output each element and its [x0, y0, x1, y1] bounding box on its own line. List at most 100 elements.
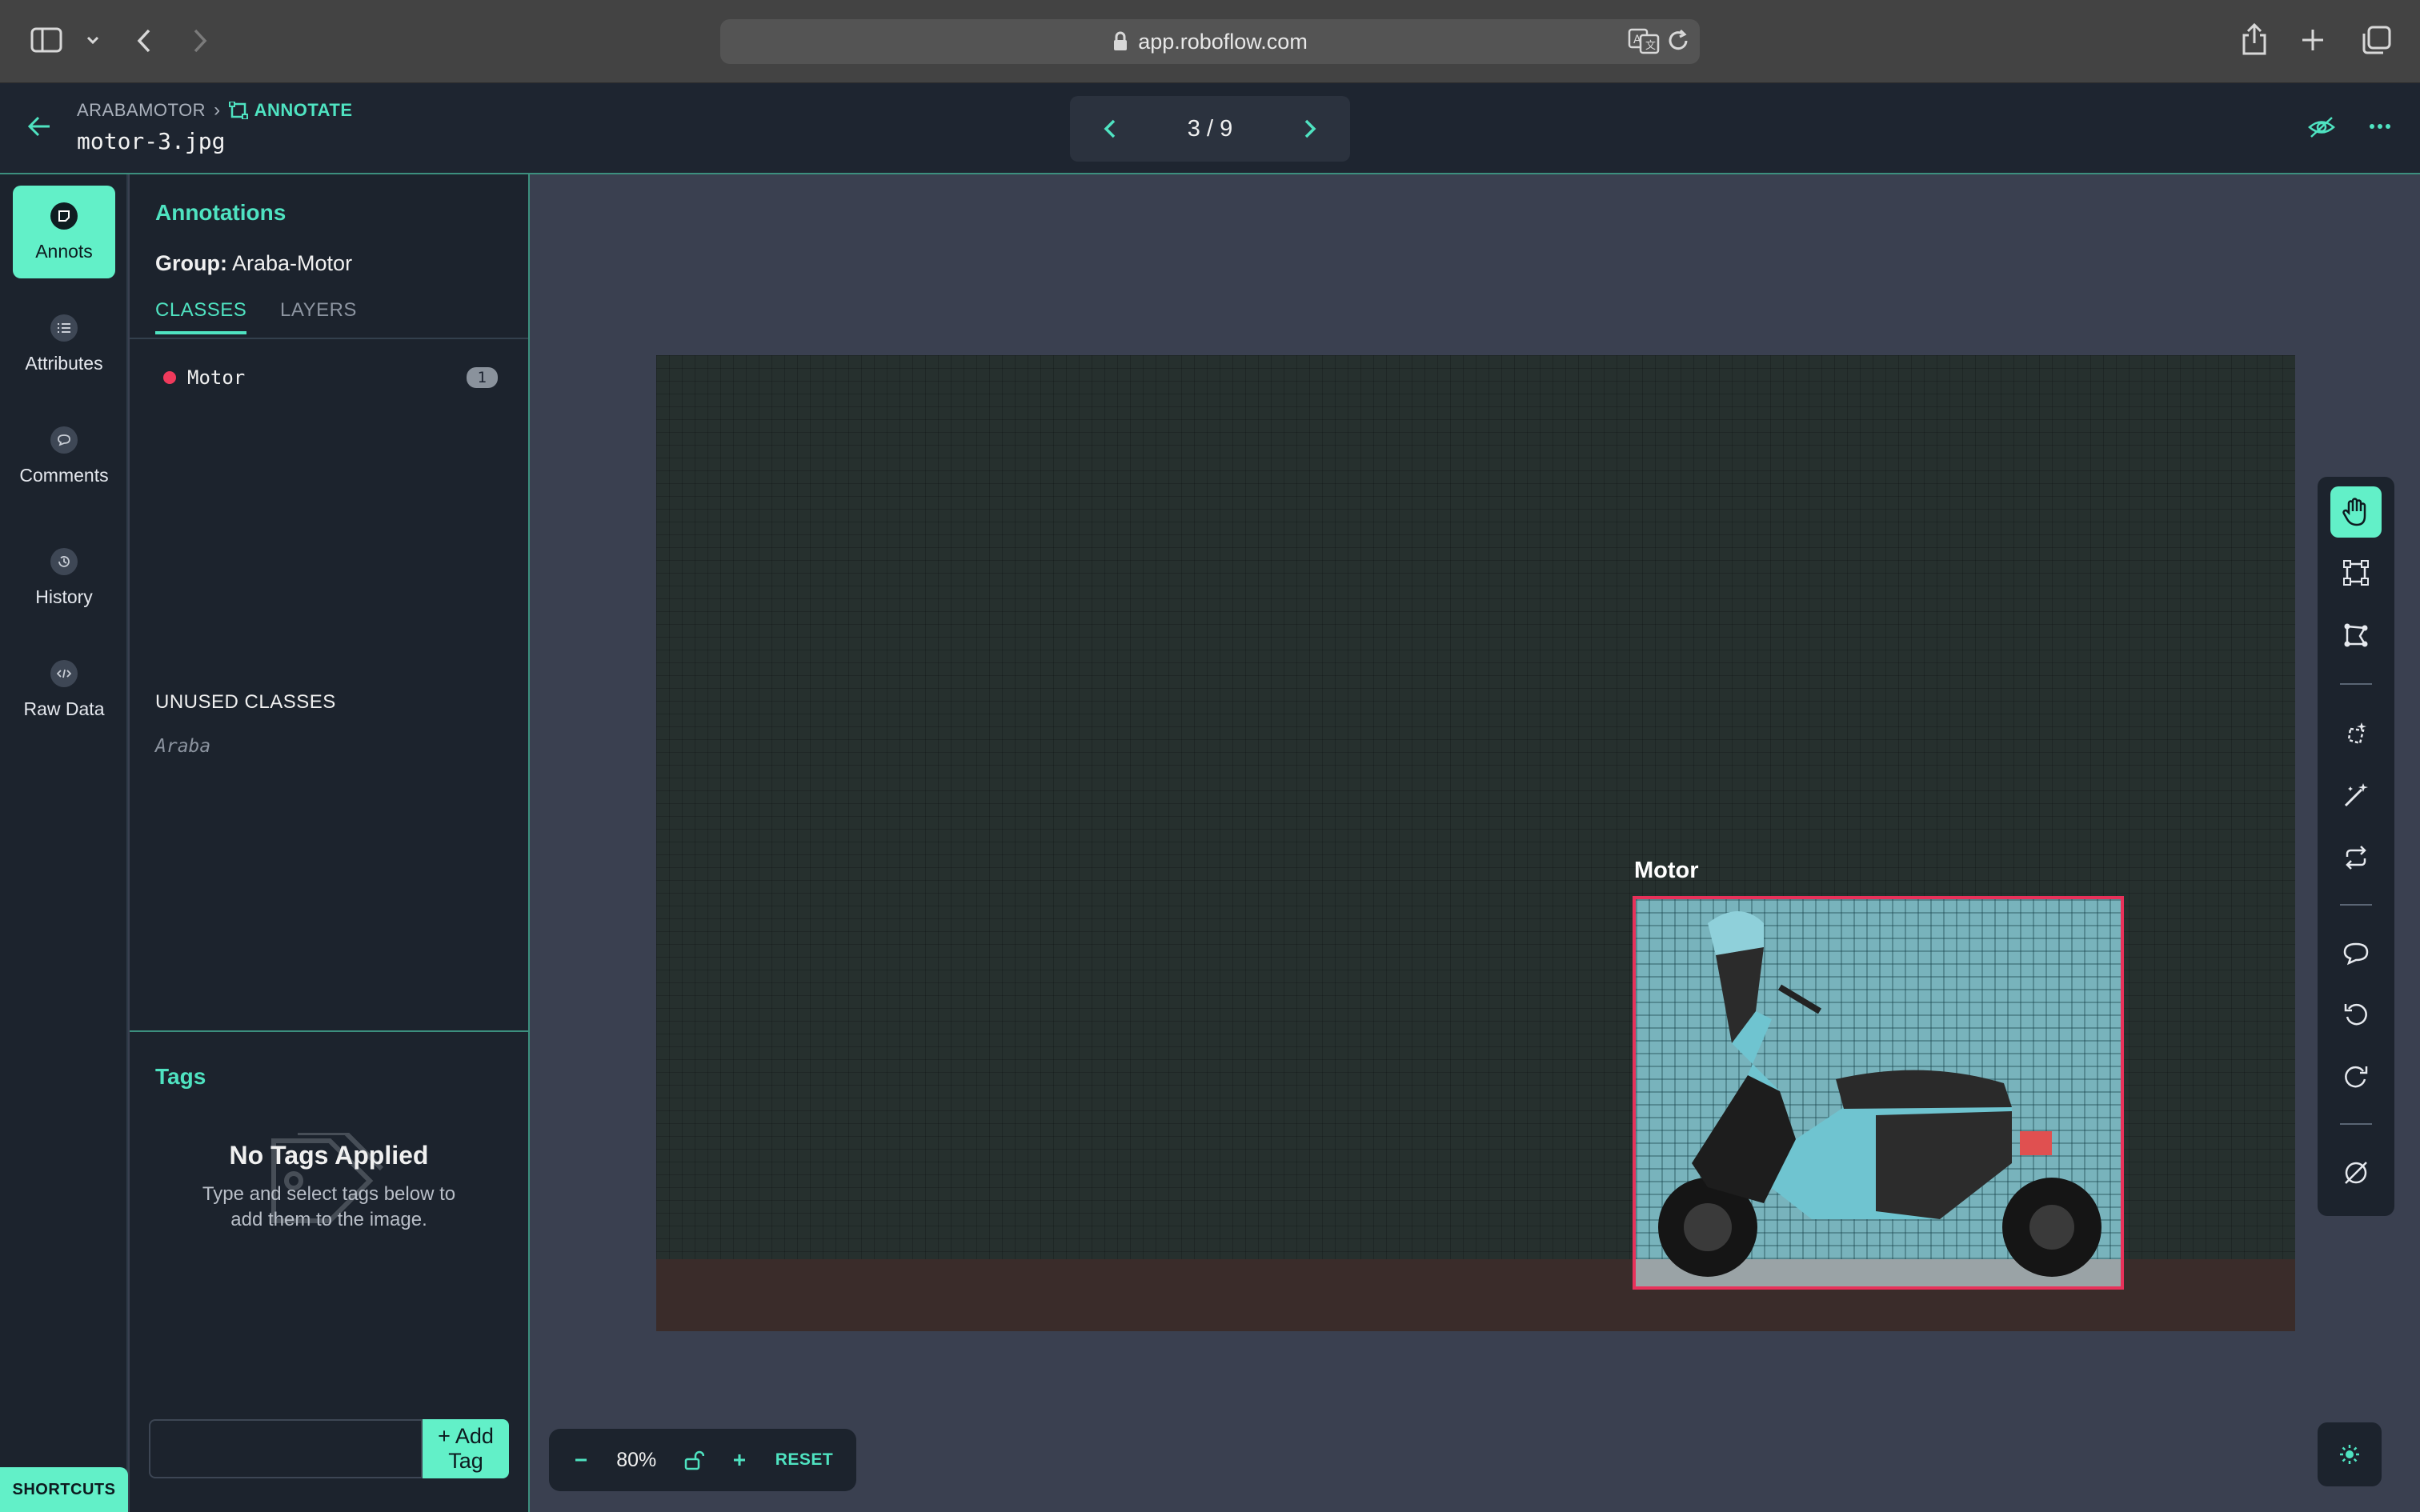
rail-item-attributes[interactable]: Attributes — [13, 298, 115, 390]
tab-classes[interactable]: CLASSES — [155, 299, 247, 334]
pager-label: 3 / 9 — [1187, 115, 1233, 142]
rail-item-history[interactable]: History — [13, 531, 115, 624]
back-arrow-icon[interactable] — [27, 115, 51, 138]
comment-icon — [2343, 942, 2369, 966]
breadcrumb-project[interactable]: ARABAMOTOR — [77, 100, 206, 121]
tool-bar — [2318, 477, 2394, 1216]
rail-item-label: History — [35, 586, 93, 607]
undo-icon — [2344, 1003, 2367, 1026]
polygon-icon — [2344, 623, 2368, 647]
code-icon — [50, 659, 78, 687]
more-options-icon[interactable] — [2369, 123, 2391, 130]
bounding-box-icon — [2343, 560, 2369, 586]
browser-toolbar: app.roboflow.com A文 — [0, 0, 2420, 83]
rail-item-annots[interactable]: Annots — [13, 186, 115, 278]
url-text: app.roboflow.com — [1138, 29, 1308, 54]
breadcrumb-mode: ANNOTATE — [228, 100, 353, 121]
forward-icon[interactable] — [190, 27, 210, 54]
prev-image-icon[interactable] — [1102, 118, 1118, 140]
zoom-level: 80% — [616, 1448, 657, 1471]
add-tag-button[interactable]: + Add Tag — [423, 1419, 509, 1478]
redo-icon — [2345, 1066, 2368, 1088]
rail-item-comments[interactable]: Comments — [13, 410, 115, 502]
magic-wand-icon — [2344, 783, 2368, 807]
settings-button[interactable] — [2318, 1422, 2382, 1486]
svg-text:A: A — [1633, 34, 1641, 46]
smart-polygon-icon — [2347, 722, 2366, 745]
shortcuts-button[interactable]: SHORTCUTS — [0, 1467, 128, 1512]
address-bar[interactable]: app.roboflow.com — [720, 19, 1700, 64]
zoom-in-icon[interactable] — [731, 1451, 748, 1469]
file-name: motor-3.jpg — [77, 128, 226, 154]
unused-class-item[interactable]: Araba — [155, 736, 210, 757]
tool-undo[interactable] — [2330, 989, 2382, 1040]
bounding-box[interactable] — [1633, 896, 2124, 1290]
unused-classes-title: UNUSED CLASSES — [155, 691, 336, 713]
hand-icon — [2342, 498, 2366, 526]
tool-redo[interactable] — [2330, 1051, 2382, 1102]
back-icon[interactable] — [134, 27, 154, 54]
null-icon — [2345, 1162, 2367, 1184]
tool-separator — [2340, 904, 2372, 906]
left-rail: Annots Attributes Comments History Raw D… — [0, 174, 128, 1512]
zoom-controls: 80% RESET — [549, 1429, 856, 1491]
repeat-icon — [2346, 846, 2366, 870]
breadcrumb: ARABAMOTOR › ANNOTATE — [77, 99, 353, 122]
annotations-panel: Annotations Group: Araba-Motor CLASSES L… — [130, 174, 530, 1512]
comment-icon — [50, 426, 78, 454]
class-list-item[interactable]: Motor 1 — [163, 363, 498, 392]
group-name: Araba-Motor — [232, 251, 353, 275]
tag-input-group: + Add Tag — [149, 1419, 509, 1478]
rail-item-label: Raw Data — [23, 698, 105, 719]
list-icon — [50, 314, 78, 342]
share-icon[interactable] — [2241, 22, 2268, 56]
history-icon — [50, 547, 78, 575]
hide-annotations-icon[interactable] — [2308, 115, 2335, 139]
divider — [130, 338, 528, 339]
rail-item-raw-data[interactable]: Raw Data — [13, 643, 115, 736]
tag-input[interactable] — [149, 1419, 423, 1478]
group-line: Group: Araba-Motor — [155, 251, 352, 276]
tool-repeat[interactable] — [2330, 832, 2382, 883]
tool-separator — [2340, 1123, 2372, 1125]
app-header: ARABAMOTOR › ANNOTATE motor-3.jpg 3 / 9 — [0, 83, 2420, 174]
group-label: Group: — [155, 251, 227, 275]
tags-empty-text: Type and select tags below to add them t… — [130, 1182, 528, 1233]
tab-overview-icon[interactable] — [2361, 26, 2391, 56]
tags-empty-line: add them to the image. — [230, 1209, 427, 1230]
tool-hand[interactable] — [2330, 486, 2382, 538]
tool-polygon[interactable] — [2330, 610, 2382, 661]
class-color-dot — [163, 371, 176, 384]
zoom-reset-button[interactable]: RESET — [775, 1450, 834, 1470]
lock-icon — [1114, 31, 1128, 50]
sidebar-toggle-icon[interactable] — [30, 27, 62, 53]
tags-empty-state: No Tags Applied Type and select tags bel… — [130, 1133, 528, 1233]
zoom-out-icon[interactable] — [572, 1451, 590, 1469]
translate-icon[interactable]: A文 — [1628, 27, 1660, 54]
annotation-icon — [50, 202, 78, 230]
breadcrumb-mode-label: ANNOTATE — [254, 100, 353, 120]
tags-empty-line: Type and select tags below to — [202, 1183, 456, 1205]
reload-icon[interactable] — [1666, 29, 1690, 53]
tool-separator — [2340, 683, 2372, 685]
lock-open-icon[interactable] — [683, 1450, 704, 1470]
tool-comment[interactable] — [2330, 928, 2382, 979]
class-count-badge: 1 — [466, 367, 498, 388]
tool-bounding-box[interactable] — [2330, 547, 2382, 598]
rail-item-label: Attributes — [25, 352, 103, 374]
image-pager: 3 / 9 — [1070, 96, 1350, 162]
tab-layers[interactable]: LAYERS — [280, 299, 357, 331]
class-name: Motor — [187, 366, 246, 389]
tool-magic-wand[interactable] — [2330, 770, 2382, 821]
next-image-icon[interactable] — [1302, 118, 1318, 140]
scooter-image — [1636, 911, 2121, 1286]
tool-null[interactable] — [2330, 1147, 2382, 1198]
tags-title: Tags — [155, 1064, 206, 1089]
svg-text:文: 文 — [1645, 40, 1656, 52]
annotations-title: Annotations — [155, 200, 286, 225]
tool-smart-polygon[interactable] — [2330, 709, 2382, 760]
rail-item-label: Annots — [35, 240, 93, 262]
chevron-down-icon[interactable] — [85, 32, 101, 48]
new-tab-icon[interactable] — [2300, 27, 2326, 53]
rail-item-label: Comments — [19, 464, 109, 486]
